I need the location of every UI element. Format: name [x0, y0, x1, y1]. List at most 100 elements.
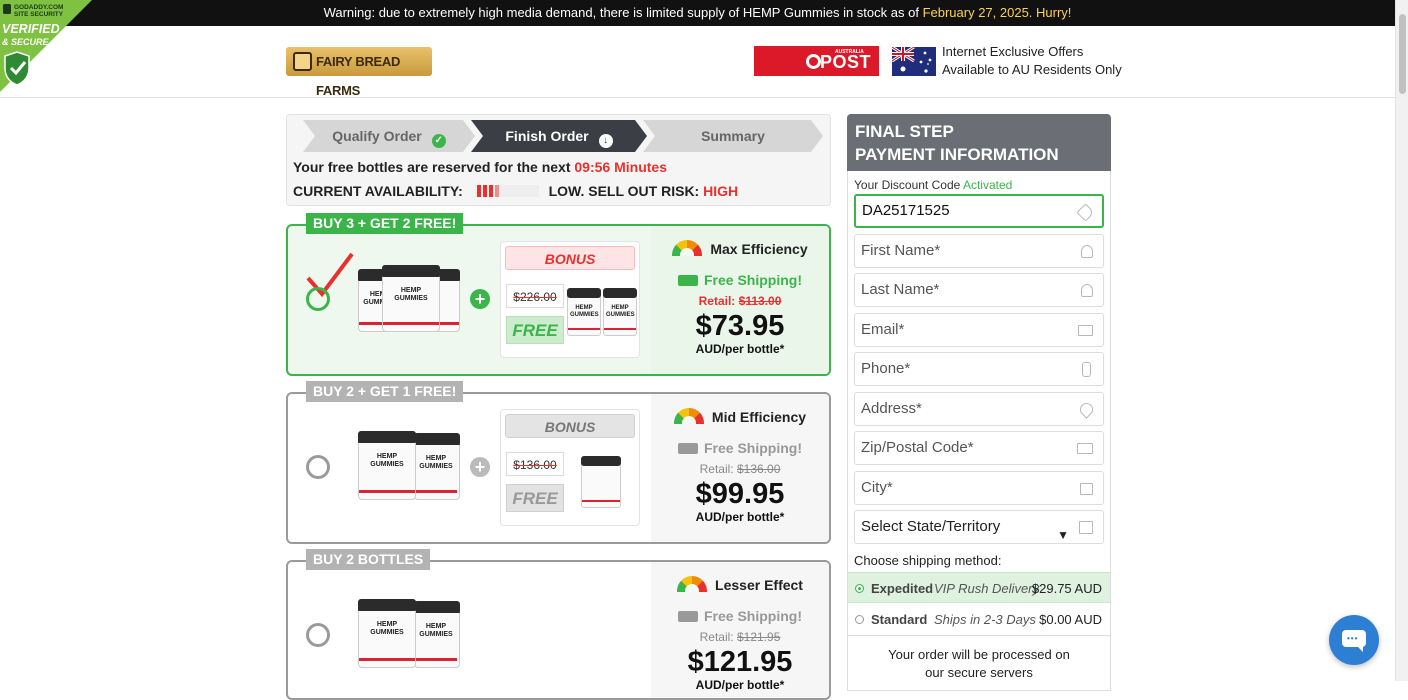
shipping-name: Standard	[871, 612, 928, 627]
secure-line-1: Your order will be processed on	[888, 647, 1070, 662]
form-header-line-2: PAYMENT INFORMATION	[855, 145, 1059, 164]
jar-label: HEMP GUMMIES	[419, 455, 453, 470]
scrollbar-thumb[interactable]	[1399, 14, 1406, 94]
badge-line-1: GODADDY.COM	[14, 4, 63, 11]
efficiency-label: Max Efficiency	[651, 240, 829, 257]
warning-date: February 27, 2025. Hurry!	[922, 5, 1072, 20]
discount-code-field[interactable]: DA25171525	[854, 194, 1104, 228]
site-header: FAIRY BREAD FARMS AUSTRALIA POST Interne…	[0, 26, 1395, 98]
reserve-text: Your free bottles are reserved for the n…	[293, 159, 571, 175]
bonus-jars-image: HEMP GUMMIES HEMP GUMMIES	[567, 286, 637, 344]
retail-label: Retail:	[698, 294, 736, 308]
last-name-field[interactable]: Last Name*	[854, 273, 1104, 307]
shipping-text: Free Shipping!	[704, 272, 802, 288]
phone-placeholder: Phone*	[861, 360, 911, 377]
free-shipping: Free Shipping!	[651, 272, 829, 288]
zip-card-icon	[1077, 443, 1093, 454]
bonus-free-label: FREE	[506, 316, 564, 344]
free-shipping: Free Shipping!	[651, 440, 829, 456]
step-label: Finish Order	[505, 128, 589, 144]
retail-value: $136.00	[736, 462, 781, 476]
jar-label: HEMP GUMMIES	[419, 623, 453, 638]
location-pin-icon	[1077, 400, 1096, 419]
package-tag: BUY 3 + GET 2 FREE!	[306, 213, 464, 234]
post-text: POST	[819, 52, 871, 72]
email-field[interactable]: Email*	[854, 313, 1104, 347]
first-name-field[interactable]: First Name*	[854, 234, 1104, 268]
jar-label: HEMP GUMMIES	[606, 305, 635, 318]
step-finish-order: Finish Order ↓	[471, 120, 647, 152]
availability-label: CURRENT AVAILABILITY:	[293, 183, 463, 199]
shipping-name: Expedited	[871, 581, 934, 596]
package-radio[interactable]	[306, 287, 330, 311]
shipping-price: $0.00 AUD	[1039, 612, 1102, 627]
shipping-radio[interactable]	[855, 615, 864, 624]
discount-label-text: Your Discount Code	[854, 178, 961, 192]
price-unit: AUD/per bottle*	[695, 342, 785, 356]
jar-label: HEMP GUMMIES	[370, 453, 404, 468]
efficiency-label: Mid Efficiency	[651, 408, 829, 425]
warning-text: Warning: due to extremely high media dem…	[323, 5, 919, 20]
city-field[interactable]: City*	[854, 471, 1104, 505]
offers-text: Internet Exclusive Offers Available to A…	[942, 43, 1122, 79]
package-card-buy3-get2[interactable]: Max Efficiency Free Shipping! Retail: $1…	[286, 224, 831, 376]
shipping-desc: Ships in 2-3 Days	[934, 612, 1036, 627]
zip-field[interactable]: Zip/Postal Code*	[854, 431, 1104, 465]
risk-label: LOW. SELL OUT RISK:	[548, 183, 700, 199]
shipping-radio[interactable]	[855, 584, 864, 593]
building-icon	[1080, 483, 1093, 495]
bonus-label: BONUS	[505, 246, 635, 270]
brand-logo[interactable]: FAIRY BREAD FARMS	[286, 47, 432, 98]
phone-field[interactable]: Phone*	[854, 352, 1104, 386]
badge-line-2: SITE SECURITY	[14, 11, 64, 18]
shipping-desc: VIP Rush Delivery	[934, 581, 1039, 596]
discount-status: Activated	[962, 178, 1013, 192]
jar-label: HEMP GUMMIES	[370, 621, 404, 636]
bonus-jars-image	[567, 454, 637, 512]
package-card-buy2[interactable]: Lesser Effect Free Shipping! Retail: $12…	[286, 560, 831, 700]
shipping-option-standard[interactable]: Standard Ships in 2-3 Days $0.00 AUD	[848, 604, 1110, 635]
order-steps: Qualify Order ✓ Finish Order ↓ Summary	[303, 120, 823, 152]
discount-code-value: DA25171525	[862, 202, 950, 219]
bonus-box: BONUS $226.00 FREE HEMP GUMMIES HEMP GUM…	[500, 241, 640, 358]
form-header-line-1: FINAL STEP	[855, 122, 954, 141]
bonus-free-label: FREE	[506, 484, 564, 512]
package-card-buy2-get1[interactable]: Mid Efficiency Free Shipping! Retail: $1…	[286, 392, 831, 544]
map-icon	[1079, 521, 1093, 534]
state-select[interactable]: Select State/Territory ▼	[854, 510, 1104, 544]
envelope-icon	[1078, 325, 1093, 336]
address-field[interactable]: Address*	[854, 392, 1104, 426]
first-name-placeholder: First Name*	[861, 242, 941, 259]
package-price: $121.95	[687, 646, 793, 678]
check-icon: ✓	[431, 134, 446, 148]
package-radio[interactable]	[306, 455, 330, 479]
shipping-option-expedited[interactable]: Expedited VIP Rush Delivery $29.75 AUD	[848, 572, 1110, 603]
truck-icon	[678, 275, 698, 286]
step-summary: Summary	[643, 120, 823, 152]
step-label: Summary	[701, 128, 765, 144]
chat-button[interactable]: •••	[1329, 615, 1379, 665]
retail-price: Retail: $113.00	[651, 294, 829, 308]
step-label: Qualify Order	[332, 128, 422, 144]
package-radio[interactable]	[306, 623, 330, 647]
jar-label: HEMP GUMMIES	[394, 287, 428, 302]
truck-icon	[678, 443, 698, 454]
badge-line-4: & SECURE	[2, 37, 50, 47]
plus-icon: +	[470, 457, 490, 477]
package-price: $99.95	[695, 478, 785, 510]
state-placeholder: Select State/Territory	[861, 518, 1001, 535]
post-small-text: AUSTRALIA	[835, 49, 864, 55]
package-tag: BUY 2 + GET 1 FREE!	[306, 381, 464, 402]
price-unit: AUD/per bottle*	[695, 678, 785, 692]
shipping-method-label: Choose shipping method:	[854, 553, 1002, 568]
gauge-icon	[672, 240, 703, 256]
shipping-text: Free Shipping!	[704, 608, 802, 624]
verified-secure-badge[interactable]: GODADDY.COM SITE SECURITY VERIFIED & SEC…	[0, 0, 92, 92]
product-jars-image: HEMP GUMMIES HEMP GUMMIES	[358, 431, 464, 504]
bonus-box: BONUS $136.00 FREE	[500, 409, 640, 526]
bonus-was-price: $136.00	[506, 452, 564, 476]
efficiency-label: Lesser Effect	[651, 576, 829, 593]
user-icon	[1081, 284, 1093, 297]
bonus-was-price: $226.00	[506, 284, 564, 308]
scrollbar[interactable]	[1395, 0, 1408, 681]
